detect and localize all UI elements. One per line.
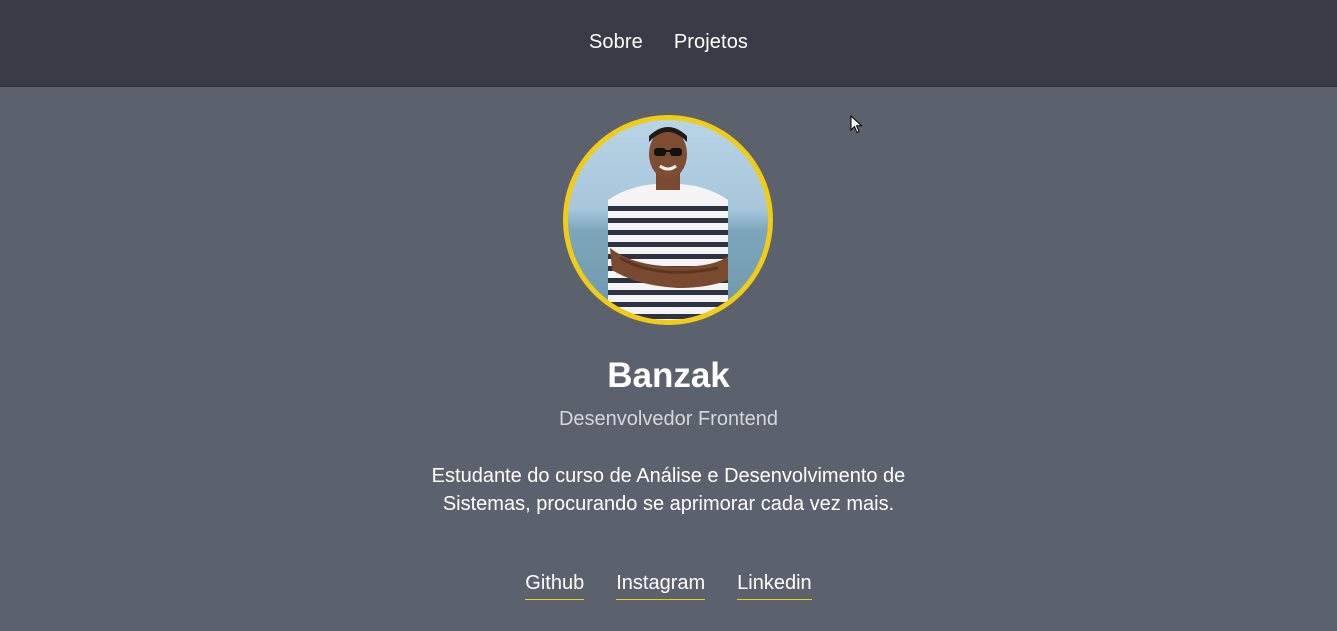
nav-link-projetos[interactable]: Projetos xyxy=(674,31,748,54)
main-nav: Sobre Projetos xyxy=(589,31,748,54)
profile-name: Banzak xyxy=(607,356,730,395)
top-navbar: Sobre Projetos xyxy=(0,0,1337,87)
profile-avatar xyxy=(563,115,773,325)
profile-photo xyxy=(568,120,768,320)
linkedin-link[interactable]: Linkedin xyxy=(737,572,812,600)
nav-link-sobre[interactable]: Sobre xyxy=(589,31,643,54)
mouse-pointer-icon xyxy=(850,114,864,135)
instagram-link[interactable]: Instagram xyxy=(616,572,706,600)
social-links: Github Instagram Linkedin xyxy=(0,572,1337,600)
github-link[interactable]: Github xyxy=(525,572,585,600)
profile-role: Desenvolvedor Frontend xyxy=(558,408,778,430)
profile-bio: Estudante do curso de Análise e Desenvol… xyxy=(431,465,906,515)
